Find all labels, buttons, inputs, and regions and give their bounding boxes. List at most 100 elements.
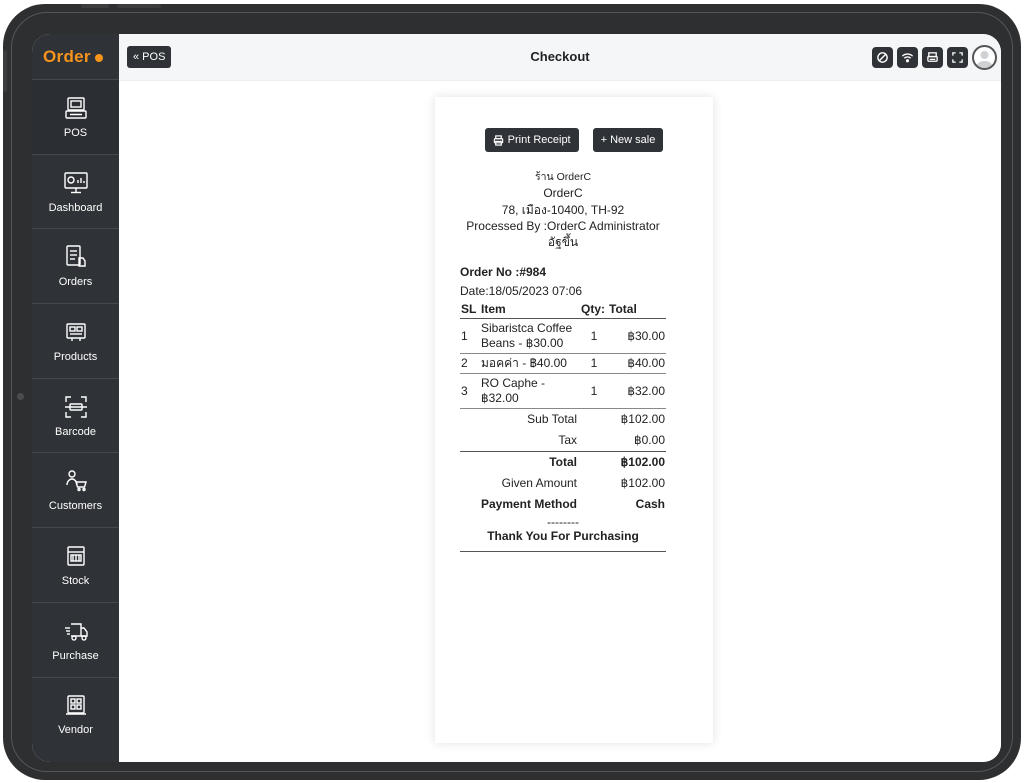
processed-by: Processed By :OrderC Administrator <box>466 218 660 233</box>
given-value: ฿102.00 <box>620 476 665 490</box>
logo-dot-icon <box>94 53 103 62</box>
tablet-top-button <box>81 4 109 8</box>
subtotal-value: ฿102.00 <box>620 412 665 426</box>
sidebar-item-label: Barcode <box>55 425 96 438</box>
printer-icon <box>493 134 503 146</box>
payment-label: Payment Method <box>480 497 577 511</box>
sidebar-item-dashboard[interactable]: Dashboard <box>32 153 119 229</box>
sidebar: Order POS Dashboard Orders Products Barc… <box>32 34 119 762</box>
shop-address: 78, เมือง-10400, TH-92 <box>501 202 625 217</box>
table-row: 1 Sibaristca Coffee Beans - ฿30.00 1 ฿30… <box>460 318 666 354</box>
sidebar-item-orders[interactable]: Orders <box>32 228 119 303</box>
user-avatar-icon[interactable] <box>972 45 997 70</box>
barcode-scan-icon <box>64 395 87 418</box>
processed-sub: อัฐขึ้น <box>547 235 579 250</box>
sidebar-item-label: Products <box>53 350 98 363</box>
order-meta: Order No :#984 Date:18/05/2023 07:06 <box>460 263 666 301</box>
tablet-top-button <box>117 4 161 8</box>
item-name: RO Caphe - ฿32.00 <box>480 373 580 409</box>
item-total: ฿30.00 <box>608 318 666 354</box>
receipt-actions: Print Receipt + New sale <box>435 128 713 152</box>
col-total: Total <box>608 300 666 319</box>
tax-label: Tax <box>558 433 577 447</box>
tablet-camera <box>17 393 24 400</box>
sync-off-icon[interactable] <box>872 47 893 68</box>
item-name: Sibaristca Coffee Beans - ฿30.00 <box>480 318 580 354</box>
sidebar-item-label: Customers <box>48 500 103 513</box>
given-row: Given Amount ฿102.00 <box>460 473 666 494</box>
divider-text: -------- <box>547 515 579 529</box>
shop-name-thai: ร้าน OrderC <box>534 171 592 183</box>
sidebar-item-label: Dashboard <box>48 201 103 214</box>
sidebar-item-label: Orders <box>58 276 93 289</box>
sidebar-item-barcode[interactable]: Barcode <box>32 377 119 453</box>
item-total: ฿40.00 <box>608 353 666 374</box>
wifi-icon[interactable] <box>897 47 918 68</box>
col-qty: Qty: <box>580 300 608 319</box>
table-row: 3 RO Caphe - ฿32.00 1 ฿32.00 <box>460 373 666 409</box>
items-header-row: SL Item Qty: Total <box>460 300 666 319</box>
order-number: Order No :#984 <box>460 265 547 279</box>
summary-table: Sub Total ฿102.00 Tax ฿0.00 Total ฿102.0… <box>460 409 666 515</box>
item-qty: 1 <box>580 373 608 409</box>
item-qty: 1 <box>580 318 608 354</box>
given-label: Given Amount <box>501 476 577 490</box>
checkout-main: Print Receipt + New sale ร้าน OrderC Ord… <box>119 81 1001 762</box>
sidebar-item-stock[interactable]: Stock <box>32 527 119 602</box>
dashboard-icon <box>63 171 88 193</box>
new-sale-button[interactable]: + New sale <box>592 128 664 152</box>
customers-icon <box>65 470 87 492</box>
purchase-truck-icon <box>64 622 88 641</box>
app-logo[interactable]: Order <box>32 34 119 79</box>
sidebar-item-label: POS <box>63 126 88 139</box>
tablet-side-button <box>3 50 7 92</box>
receipt-card: Print Receipt + New sale ร้าน OrderC Ord… <box>435 97 713 743</box>
pos-terminal-icon <box>64 97 87 119</box>
total-label: Total <box>460 451 578 473</box>
subtotal-label: Sub Total <box>527 412 577 426</box>
tax-value: ฿0.00 <box>634 433 665 447</box>
items-table: SL Item Qty: Total 1 Sibaristca Coffee B… <box>460 300 666 409</box>
top-header: « POS Checkout <box>119 34 1001 81</box>
total-value: ฿102.00 <box>578 451 666 473</box>
sidebar-item-customers[interactable]: Customers <box>32 452 119 527</box>
printer-icon[interactable] <box>922 47 943 68</box>
vendor-icon <box>65 695 86 716</box>
tablet-frame: Order POS Dashboard Orders Products Barc… <box>3 4 1021 780</box>
subtotal-row: Sub Total ฿102.00 <box>460 409 666 430</box>
payment-value: Cash <box>635 497 665 511</box>
sidebar-item-label: Purchase <box>52 649 99 662</box>
item-sl: 1 <box>460 318 480 354</box>
tax-row: Tax ฿0.00 <box>460 430 666 452</box>
sidebar-item-purchase[interactable]: Purchase <box>32 601 119 677</box>
total-row: Total ฿102.00 <box>460 451 666 473</box>
item-total: ฿32.00 <box>608 373 666 409</box>
order-date: Date:18/05/2023 07:06 <box>460 284 583 298</box>
page-title: Checkout <box>530 49 590 64</box>
header-toolbar <box>872 45 997 70</box>
thank-you-block: -------- Thank You For Purchasing <box>460 515 666 552</box>
shop-name: OrderC <box>543 186 583 201</box>
payment-row: Payment Method Cash <box>460 494 666 515</box>
print-receipt-label: Print Receipt <box>507 134 571 146</box>
sidebar-item-vendor[interactable]: Vendor <box>32 676 119 752</box>
print-receipt-button[interactable]: Print Receipt <box>484 128 579 152</box>
products-icon <box>65 323 86 341</box>
sidebar-item-pos[interactable]: POS <box>32 79 119 154</box>
fullscreen-icon[interactable] <box>947 47 968 68</box>
item-sl: 2 <box>460 353 480 374</box>
table-row: 2 มอคค่า - ฿40.00 1 ฿40.00 <box>460 353 666 374</box>
item-name: มอคค่า - ฿40.00 <box>480 353 580 374</box>
receipt-items: SL Item Qty: Total 1 Sibaristca Coffee B… <box>460 300 666 515</box>
item-sl: 3 <box>460 373 480 409</box>
orders-icon <box>65 245 86 267</box>
logo-text: Order <box>43 46 91 66</box>
sidebar-item-products[interactable]: Products <box>32 303 119 378</box>
thank-you-text: Thank You For Purchasing <box>487 529 639 543</box>
col-sl: SL <box>460 300 480 319</box>
sidebar-item-label: Vendor <box>58 724 93 737</box>
screen: Order POS Dashboard Orders Products Barc… <box>32 34 1001 762</box>
sidebar-item-label: Stock <box>61 574 90 587</box>
item-qty: 1 <box>580 353 608 374</box>
shop-info: ร้าน OrderC OrderC 78, เมือง-10400, TH-9… <box>460 169 666 250</box>
